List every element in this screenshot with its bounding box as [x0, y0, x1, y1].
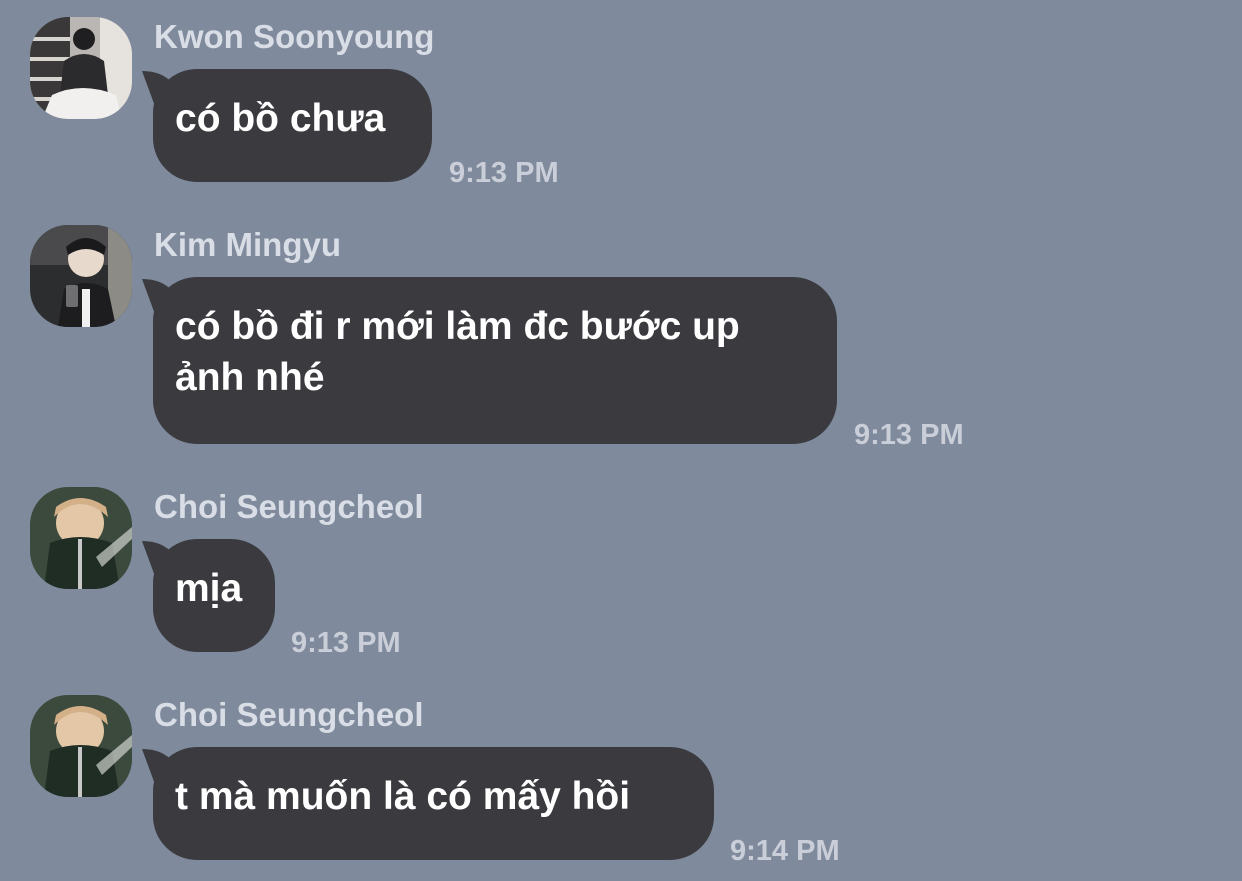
avatar-photo-icon: [30, 225, 132, 327]
message-time: 9:14 PM: [730, 835, 840, 867]
message-text: có bồ chưa: [175, 97, 386, 140]
avatar[interactable]: [30, 695, 132, 797]
message-bubble[interactable]: t mà muốn là có mấy hồi: [142, 747, 714, 860]
sender-name: Kwon Soonyoung: [154, 18, 435, 55]
avatar[interactable]: [30, 225, 132, 327]
chat-thread: Kwon Soonyoung có bồ chưa 9:13 PM Kim Mi…: [0, 0, 1242, 881]
avatar-photo-icon: [30, 17, 132, 119]
avatar[interactable]: [30, 487, 132, 589]
sender-name: Choi Seungcheol: [154, 696, 424, 733]
message-text: t mà muốn là có mấy hồi: [175, 775, 631, 818]
message-bubble[interactable]: mịa: [142, 539, 275, 652]
message-text-line: ảnh nhé: [175, 356, 325, 399]
message-bubble[interactable]: có bồ đi r mới làm đc bước up ảnh nhé: [142, 277, 837, 444]
message-time: 9:13 PM: [449, 157, 559, 189]
message-time: 9:13 PM: [854, 419, 964, 451]
sender-name: Kim Mingyu: [154, 226, 341, 263]
message-text-line: có bồ đi r mới làm đc bước up: [175, 305, 740, 348]
message-time: 9:13 PM: [291, 627, 401, 659]
message-bubble[interactable]: có bồ chưa: [142, 69, 432, 182]
avatar-photo-icon: [30, 695, 132, 797]
avatar-photo-icon: [30, 487, 132, 589]
sender-name: Choi Seungcheol: [154, 488, 424, 525]
avatar[interactable]: [30, 17, 132, 119]
message-text: mịa: [175, 567, 243, 610]
